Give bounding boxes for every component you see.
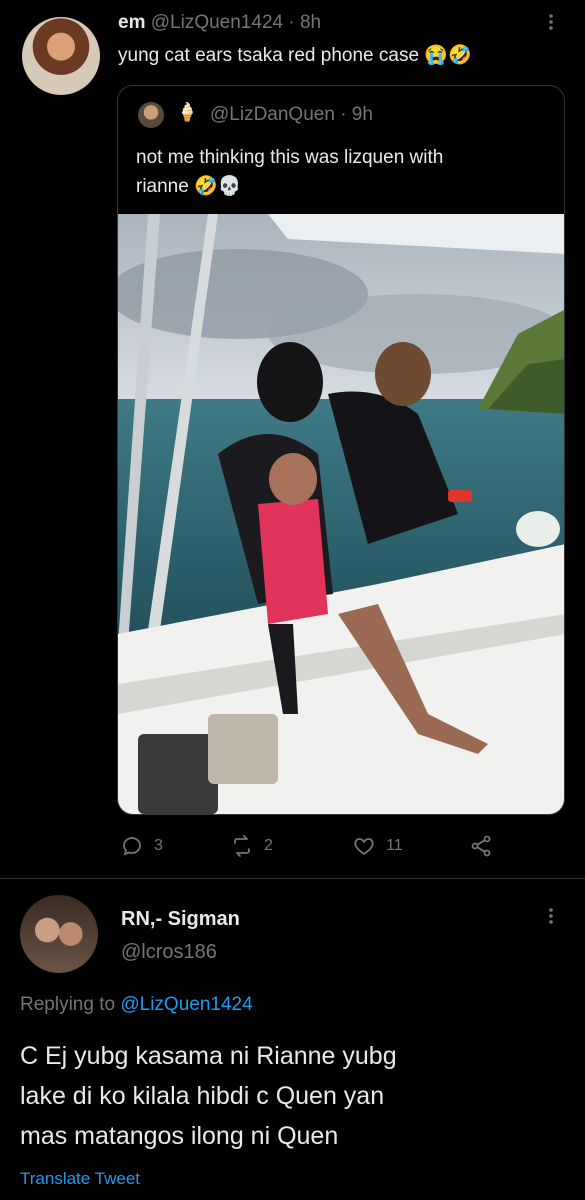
ice-cream-icon: 🍦 — [176, 102, 199, 122]
quoted-handle: @LizDanQuen — [210, 104, 335, 125]
reply-count: 3 — [154, 837, 163, 854]
share-icon — [471, 835, 491, 857]
quoted-time: · 9h — [340, 104, 373, 125]
quoted-text-line2: rianne — [136, 176, 189, 197]
share-button[interactable] — [469, 833, 493, 859]
reply-text: C Ej yubg kasama ni Rianne yubg lake di … — [20, 1036, 580, 1156]
reply-more-options-icon[interactable] — [541, 906, 561, 926]
like-button[interactable]: 11 — [352, 833, 403, 859]
replying-to-label: Replying to — [20, 994, 116, 1015]
tweet-text: yung cat ears tsaka red phone case — [118, 45, 420, 66]
more-options-icon[interactable] — [541, 12, 561, 32]
reply-button[interactable]: 3 — [120, 833, 163, 859]
quoted-text-line1: not me thinking this was lizquen with — [136, 147, 444, 168]
author-handle[interactable]: @LizQuen1424 — [151, 12, 283, 33]
tweet-emoji: 😭🤣 — [424, 45, 472, 66]
author-name[interactable]: em — [118, 12, 145, 33]
photo-boat-scene — [118, 214, 564, 814]
reply-text-line3: mas matangos ilong ni Quen — [20, 1122, 339, 1150]
quoted-avatar — [138, 102, 164, 128]
reply-text-line2: lake di ko kilala hibdi c Quen yan — [20, 1082, 385, 1110]
divider — [0, 878, 585, 879]
heart-icon — [354, 838, 374, 856]
quoted-tweet[interactable]: 🍦 @LizDanQuen · 9h not me thinking this … — [117, 85, 565, 815]
translate-tweet-link[interactable]: Translate Tweet — [20, 1168, 140, 1190]
avatar[interactable] — [22, 17, 100, 95]
retweet-button[interactable]: 2 — [230, 833, 273, 859]
reply-text-line1: C Ej yubg kasama ni Rianne yubg — [20, 1042, 397, 1070]
like-count: 11 — [386, 837, 403, 854]
retweet-count: 2 — [264, 837, 273, 854]
tweet-photo[interactable] — [118, 214, 564, 814]
retweet-icon — [234, 835, 250, 857]
reply-author-handle[interactable]: @lcros186 — [121, 939, 217, 965]
reply-avatar[interactable] — [20, 895, 98, 973]
quoted-emoji: 🤣💀 — [194, 176, 242, 197]
replying-to-link[interactable]: @LizQuen1424 — [120, 994, 252, 1015]
tweet-time[interactable]: · 8h — [288, 12, 321, 33]
reply-icon — [123, 837, 141, 856]
reply-author-name[interactable]: RN,- Sigman — [121, 906, 240, 932]
